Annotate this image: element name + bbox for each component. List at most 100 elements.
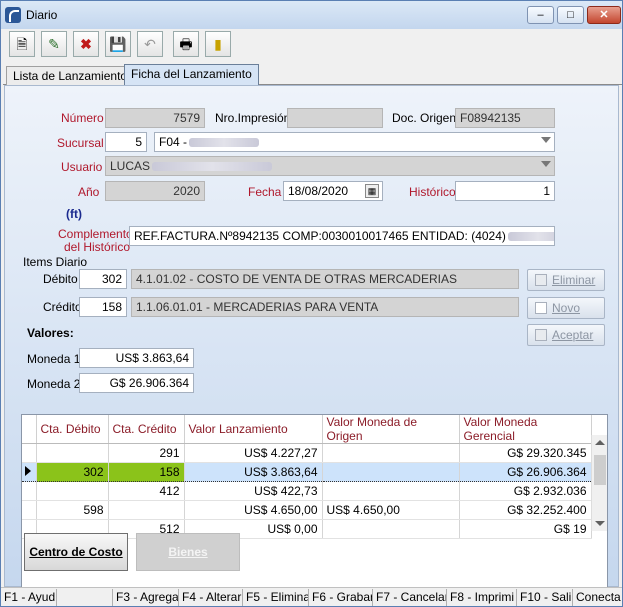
undo-icon[interactable]: ↶ (137, 31, 163, 57)
current-row-pointer-icon (25, 466, 31, 476)
redacted-text (189, 138, 260, 148)
maximize-button[interactable]: □ (557, 6, 584, 24)
column-header[interactable]: Valor Moneda Gerencial (459, 415, 592, 444)
moneda2-label: Moneda 2 (27, 377, 81, 391)
sucursal-code-field[interactable]: 5 (105, 132, 147, 152)
diario-window: Diario – □ ✕ 🗎 ✎ ✖ 💾 ↶ 🖶 ▮ Lista de Lanz… (0, 0, 623, 607)
cell-gerencial: G$ 19 (459, 519, 592, 539)
moneda2-field[interactable]: G$ 26.906.364 (79, 373, 194, 393)
cell-debito (36, 443, 109, 463)
toolbar: 🗎 ✎ ✖ 💾 ↶ 🖶 ▮ (5, 29, 243, 59)
complemento-label-2: del Histórico (64, 240, 131, 254)
credito-code-field[interactable]: 158 (79, 297, 127, 317)
edit-document-icon[interactable]: ✎ (41, 31, 67, 57)
cell-credito (108, 500, 185, 520)
new-page-icon (535, 302, 547, 314)
bienes-label: Bienes (168, 545, 208, 559)
cell-gerencial: G$ 2.932.036 (459, 481, 592, 501)
valores-label: Valores: (27, 326, 74, 340)
title-bar: Diario – □ ✕ (1, 1, 622, 29)
numero-label: Número (61, 111, 104, 125)
table-row[interactable]: 412 US$ 422,73 G$ 2.932.036 (22, 481, 592, 501)
eliminar-button[interactable]: Eliminar (527, 269, 605, 291)
column-header[interactable]: Valor Lanzamiento (184, 415, 323, 444)
centro-de-costo-button[interactable]: Centro de Costo (24, 533, 128, 571)
cell-lanzamiento: US$ 4.650,00 (184, 500, 323, 520)
status-f5-elimina: F5 - Elimina (243, 589, 309, 606)
column-header[interactable]: Cta. Crédito (108, 415, 185, 444)
usuario-select: LUCAS (105, 156, 555, 176)
fecha-field[interactable]: 18/08/2020 ▦ (283, 181, 383, 201)
historico-label: Histórico (409, 185, 456, 199)
delete-document-icon[interactable]: ✖ (73, 31, 99, 57)
row-indicator (22, 500, 37, 520)
novo-button[interactable]: Novo (527, 297, 605, 319)
cell-origen: US$ 4.650,00 (322, 500, 460, 520)
tab-lista-lanzamientos[interactable]: Lista de Lanzamientos (6, 66, 141, 85)
scroll-down-icon[interactable] (595, 521, 605, 526)
exit-icon[interactable]: ▮ (205, 31, 231, 57)
row-indicator (22, 481, 37, 501)
status-f6-grabar: F6 - Grabar (309, 589, 373, 606)
bienes-button[interactable]: Bienes (136, 533, 240, 571)
complemento-field[interactable]: REF.FACTURA.Nº8942135 COMP:0030010017465… (129, 226, 555, 246)
status-f8-imprimir: F8 - Imprimi (447, 589, 517, 606)
items-grid: Cta. Débito Cta. Crédito Valor Lanzamien… (21, 414, 608, 606)
complemento-value: REF.FACTURA.Nº8942135 COMP:0030010017465… (134, 229, 506, 243)
scroll-up-icon[interactable] (595, 440, 605, 445)
aceptar-button[interactable]: Aceptar (527, 324, 605, 346)
new-document-icon[interactable]: 🗎 (9, 31, 35, 57)
table-row[interactable]: 598 US$ 4.650,00 US$ 4.650,00 G$ 32.252.… (22, 500, 592, 520)
fecha-label: Fecha (248, 185, 282, 199)
sucursal-label: Sucursal (57, 136, 104, 150)
sucursal-select[interactable]: F04 - (154, 132, 555, 152)
numero-field: 7579 (105, 108, 205, 128)
aceptar-icon (535, 329, 547, 341)
items-diario-label: Items Diario (23, 255, 88, 269)
minimize-button[interactable]: – (527, 6, 554, 24)
table-row-selected[interactable]: 302 158 US$ 3.863,64 G$ 26.906.364 (22, 462, 592, 482)
ft-label: (ft) (66, 207, 82, 221)
cell-lanzamiento: US$ 422,73 (184, 481, 323, 501)
nro-impresion-label: Nro.Impresión (215, 111, 291, 125)
debito-label: Débito (43, 272, 78, 286)
credito-account-field: 1.1.06.01.01 - MERCADERIAS PARA VENTA (131, 297, 519, 317)
ficha-panel: Número 7579 Nro.Impresión Doc. Origen F0… (4, 85, 619, 606)
historico-field[interactable]: 1 (455, 181, 555, 201)
debito-account-field: 4.1.01.02 - COSTO DE VENTA DE OTRAS MERC… (131, 269, 519, 289)
row-indicator-header (22, 415, 37, 444)
moneda1-field[interactable]: US$ 3.863,64 (79, 348, 194, 368)
debito-code-field[interactable]: 302 (79, 269, 127, 289)
grid-header-row: Cta. Débito Cta. Crédito Valor Lanzamien… (22, 415, 592, 444)
cell-gerencial: G$ 26.906.364 (459, 462, 592, 482)
complemento-label-1: Complemento (58, 227, 133, 241)
row-indicator (22, 462, 37, 482)
table-row[interactable]: 291 US$ 4.227,27 G$ 29.320.345 (22, 443, 592, 463)
novo-label: Novo (552, 301, 581, 315)
chevron-down-icon (541, 137, 551, 143)
doc-origen-field: F08942135 (455, 108, 555, 128)
cell-lanzamiento: US$ 3.863,64 (184, 462, 323, 482)
tab-strip: Lista de Lanzamientos Ficha del Lanzamie… (3, 63, 622, 86)
usuario-label: Usuario (61, 160, 103, 174)
usuario-select-value: LUCAS (110, 159, 151, 173)
scrollbar-thumb[interactable] (594, 455, 606, 485)
cell-debito: 302 (36, 462, 109, 482)
column-header[interactable]: Cta. Débito (36, 415, 109, 444)
app-icon (5, 7, 21, 23)
calendar-icon[interactable]: ▦ (365, 184, 379, 198)
credito-label: Crédito (43, 300, 82, 314)
status-f10-salir: F10 - Salir (517, 589, 573, 606)
status-bar: F1 - Ayud F3 - Agrega F4 - Alterar F5 - … (1, 587, 622, 606)
tab-ficha-lanzamiento[interactable]: Ficha del Lanzamiento (124, 64, 259, 86)
grid-scrollbar[interactable] (591, 435, 607, 531)
save-icon[interactable]: 💾 (105, 31, 131, 57)
cell-credito: 158 (108, 462, 185, 482)
status-f3-agrega: F3 - Agrega (113, 589, 179, 606)
column-header[interactable]: Valor Moneda de Origen (322, 415, 460, 444)
cell-credito: 412 (108, 481, 185, 501)
anio-label: Año (78, 185, 100, 199)
cell-credito: 291 (108, 443, 185, 463)
print-icon[interactable]: 🖶 (173, 31, 199, 57)
close-button[interactable]: ✕ (587, 6, 621, 24)
